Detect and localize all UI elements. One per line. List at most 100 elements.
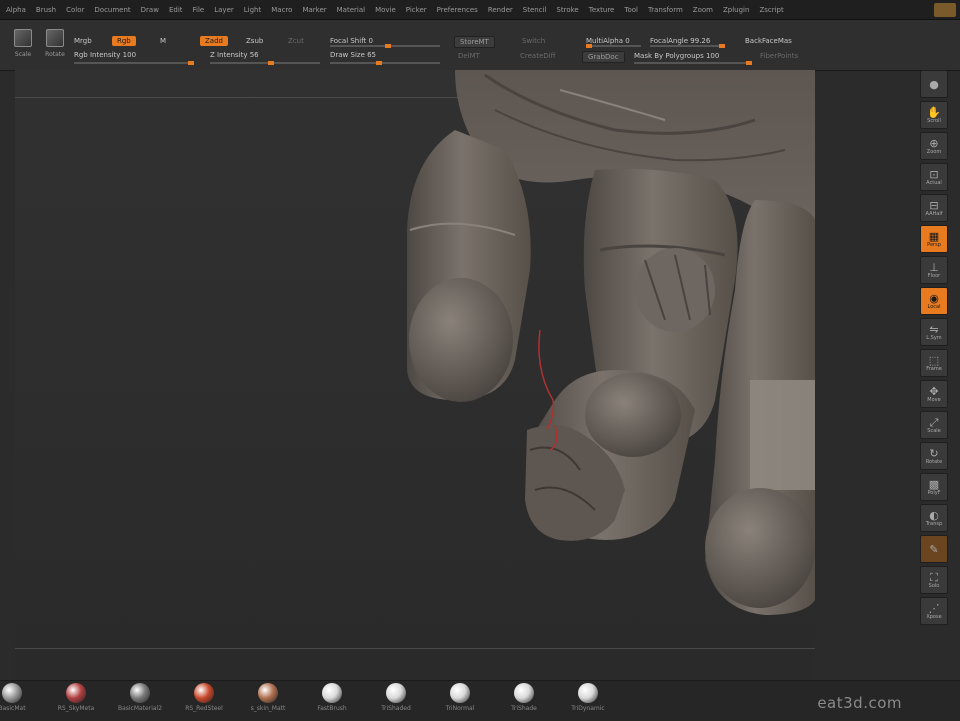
scale-icon — [14, 29, 32, 47]
material-sphere-icon — [322, 683, 342, 703]
material-rs-redsteel[interactable]: RS_RedSteel — [176, 683, 232, 712]
menu-item-light[interactable]: Light — [244, 6, 261, 14]
rgb-intensity-knob[interactable] — [188, 61, 194, 65]
focal-shift-slider[interactable] — [330, 44, 440, 48]
grabdoc-button[interactable]: GrabDoc — [582, 51, 625, 63]
switch-button[interactable]: Switch — [522, 37, 545, 45]
storemt-button[interactable]: StoreMT — [454, 36, 495, 48]
mask-by-polygroups-slider[interactable] — [634, 61, 752, 65]
shelf-button-zoom[interactable]: ⊕ Zoom — [920, 132, 948, 160]
shelf-button-persp[interactable]: ▦ Persp — [920, 225, 948, 253]
rgb-button[interactable]: Rgb — [112, 36, 136, 46]
shelf-button-floor[interactable]: ⊥ Floor — [920, 256, 948, 284]
z-intensity-label[interactable]: Z Intensity 56 — [210, 51, 259, 59]
menu-item-alpha[interactable]: Alpha — [6, 6, 26, 14]
rgb-intensity-label[interactable]: Rgb Intensity 100 — [74, 51, 136, 59]
zsub-button[interactable]: Zsub — [246, 37, 263, 45]
menu-item-draw[interactable]: Draw — [141, 6, 159, 14]
menu-item-layer[interactable]: Layer — [214, 6, 234, 14]
focal-shift-knob[interactable] — [385, 44, 391, 48]
menu-item-macro[interactable]: Macro — [271, 6, 292, 14]
menu-item-marker[interactable]: Marker — [302, 6, 326, 14]
menu-item-picker[interactable]: Picker — [406, 6, 427, 14]
menu-item-color[interactable]: Color — [66, 6, 84, 14]
multialpha-label[interactable]: MultiAlpha 0 — [586, 37, 630, 45]
menu-item-stroke[interactable]: Stroke — [556, 6, 578, 14]
draw-size-slider[interactable] — [330, 61, 440, 65]
move-icon: ✥ — [929, 384, 939, 398]
rotate-button[interactable]: Rotate — [40, 27, 70, 63]
shelf-button-scale[interactable]: ⤢ Scale — [920, 411, 948, 439]
shelf-button-xpose[interactable]: ⋰ Xpose — [920, 597, 948, 625]
material-s-skin-matt[interactable]: s_skin_Matt — [240, 683, 296, 712]
lsym-icon: ⇋ — [929, 322, 939, 336]
focalangle-knob[interactable] — [719, 44, 725, 48]
material-rs-skymeta[interactable]: RS_SkyMeta — [48, 683, 104, 712]
material-label: TriShaded — [381, 705, 411, 712]
fiberpoints-button[interactable]: FiberPoints — [760, 52, 798, 60]
menu-item-stencil[interactable]: Stencil — [523, 6, 547, 14]
creatediff-button[interactable]: CreateDiff — [520, 52, 555, 60]
shelf-label: AAHalf — [925, 210, 943, 217]
material-basicmat[interactable]: BasicMat — [0, 683, 40, 712]
shelf-button-polyf[interactable]: ▩ PolyF — [920, 473, 948, 501]
shelf-button-aahalf[interactable]: ⊟ AAHalf — [920, 194, 948, 222]
shelf-button-material-sphere[interactable]: ● — [920, 70, 948, 98]
shelf-button-rotate[interactable]: ↻ Rotate — [920, 442, 948, 470]
menu-item-transform[interactable]: Transform — [648, 6, 683, 14]
shelf-button-move[interactable]: ✥ Move — [920, 380, 948, 408]
menu-item-zplugin[interactable]: Zplugin — [723, 6, 749, 14]
rgb-intensity-slider[interactable] — [74, 61, 194, 65]
material-sphere-icon — [130, 683, 150, 703]
multialpha-slider[interactable] — [586, 44, 641, 48]
rotate-icon — [46, 29, 64, 47]
material-trishade[interactable]: TriShade — [496, 683, 552, 712]
material-trishaded[interactable]: TriShaded — [368, 683, 424, 712]
draw-size-label[interactable]: Draw Size 65 — [330, 51, 376, 59]
menu-item-zscript[interactable]: Zscript — [759, 6, 783, 14]
material-sphere-icon: ● — [929, 77, 939, 91]
delmt-button[interactable]: DelMT — [458, 52, 480, 60]
menu-item-file[interactable]: File — [193, 6, 205, 14]
multialpha-knob[interactable] — [586, 44, 592, 48]
shelf-button-transp[interactable]: ◐ Transp — [920, 504, 948, 532]
shelf-button-frame[interactable]: ⬚ Frame — [920, 349, 948, 377]
draw-size-knob[interactable] — [376, 61, 382, 65]
menu-item-zoom[interactable]: Zoom — [693, 6, 713, 14]
menu-item-edit[interactable]: Edit — [169, 6, 183, 14]
shelf-button-lsym[interactable]: ⇋ L.Sym — [920, 318, 948, 346]
mask-by-polygroups-knob[interactable] — [746, 61, 752, 65]
menu-item-render[interactable]: Render — [488, 6, 513, 14]
scale-button[interactable]: Scale — [8, 27, 38, 63]
z-intensity-slider[interactable] — [210, 61, 320, 65]
menu-item-tool[interactable]: Tool — [624, 6, 638, 14]
corner-button[interactable] — [934, 3, 956, 17]
menu-item-preferences[interactable]: Preferences — [437, 6, 478, 14]
mrgb-button[interactable]: Mrgb — [74, 37, 92, 45]
zcut-button[interactable]: Zcut — [288, 37, 304, 45]
m-button[interactable]: M — [160, 37, 166, 45]
menu-item-document[interactable]: Document — [94, 6, 130, 14]
menu-item-material[interactable]: Material — [337, 6, 365, 14]
focal-shift-label[interactable]: Focal Shift 0 — [330, 37, 373, 45]
shelf-button-actual[interactable]: ⊡ Actual — [920, 163, 948, 191]
z-intensity-knob[interactable] — [268, 61, 274, 65]
material-tridynamic[interactable]: TriDynamic — [560, 683, 616, 712]
material-label: BasicMat — [0, 705, 26, 712]
3d-viewport-canvas[interactable] — [15, 70, 815, 680]
shelf-button-scroll[interactable]: ✋ Scroll — [920, 101, 948, 129]
shelf-button-ghost[interactable]: ✎ — [920, 535, 948, 563]
material-basicmaterial2[interactable]: BasicMaterial2 — [112, 683, 168, 712]
menu-item-movie[interactable]: Movie — [375, 6, 396, 14]
material-trinormal[interactable]: TriNormal — [432, 683, 488, 712]
shelf-button-local[interactable]: ◉ Local — [920, 287, 948, 315]
zadd-button[interactable]: Zadd — [200, 36, 228, 46]
focalangle-slider[interactable] — [650, 44, 725, 48]
focalangle-label[interactable]: FocalAngle 99.26 — [650, 37, 710, 45]
menu-item-texture[interactable]: Texture — [589, 6, 615, 14]
shelf-button-solo[interactable]: ⛶ Solo — [920, 566, 948, 594]
menu-item-brush[interactable]: Brush — [36, 6, 56, 14]
material-fastbrush[interactable]: FastBrush — [304, 683, 360, 712]
mask-by-polygroups-label[interactable]: Mask By Polygroups 100 — [634, 52, 719, 60]
backfacemask-button[interactable]: BackFaceMas — [745, 37, 792, 45]
